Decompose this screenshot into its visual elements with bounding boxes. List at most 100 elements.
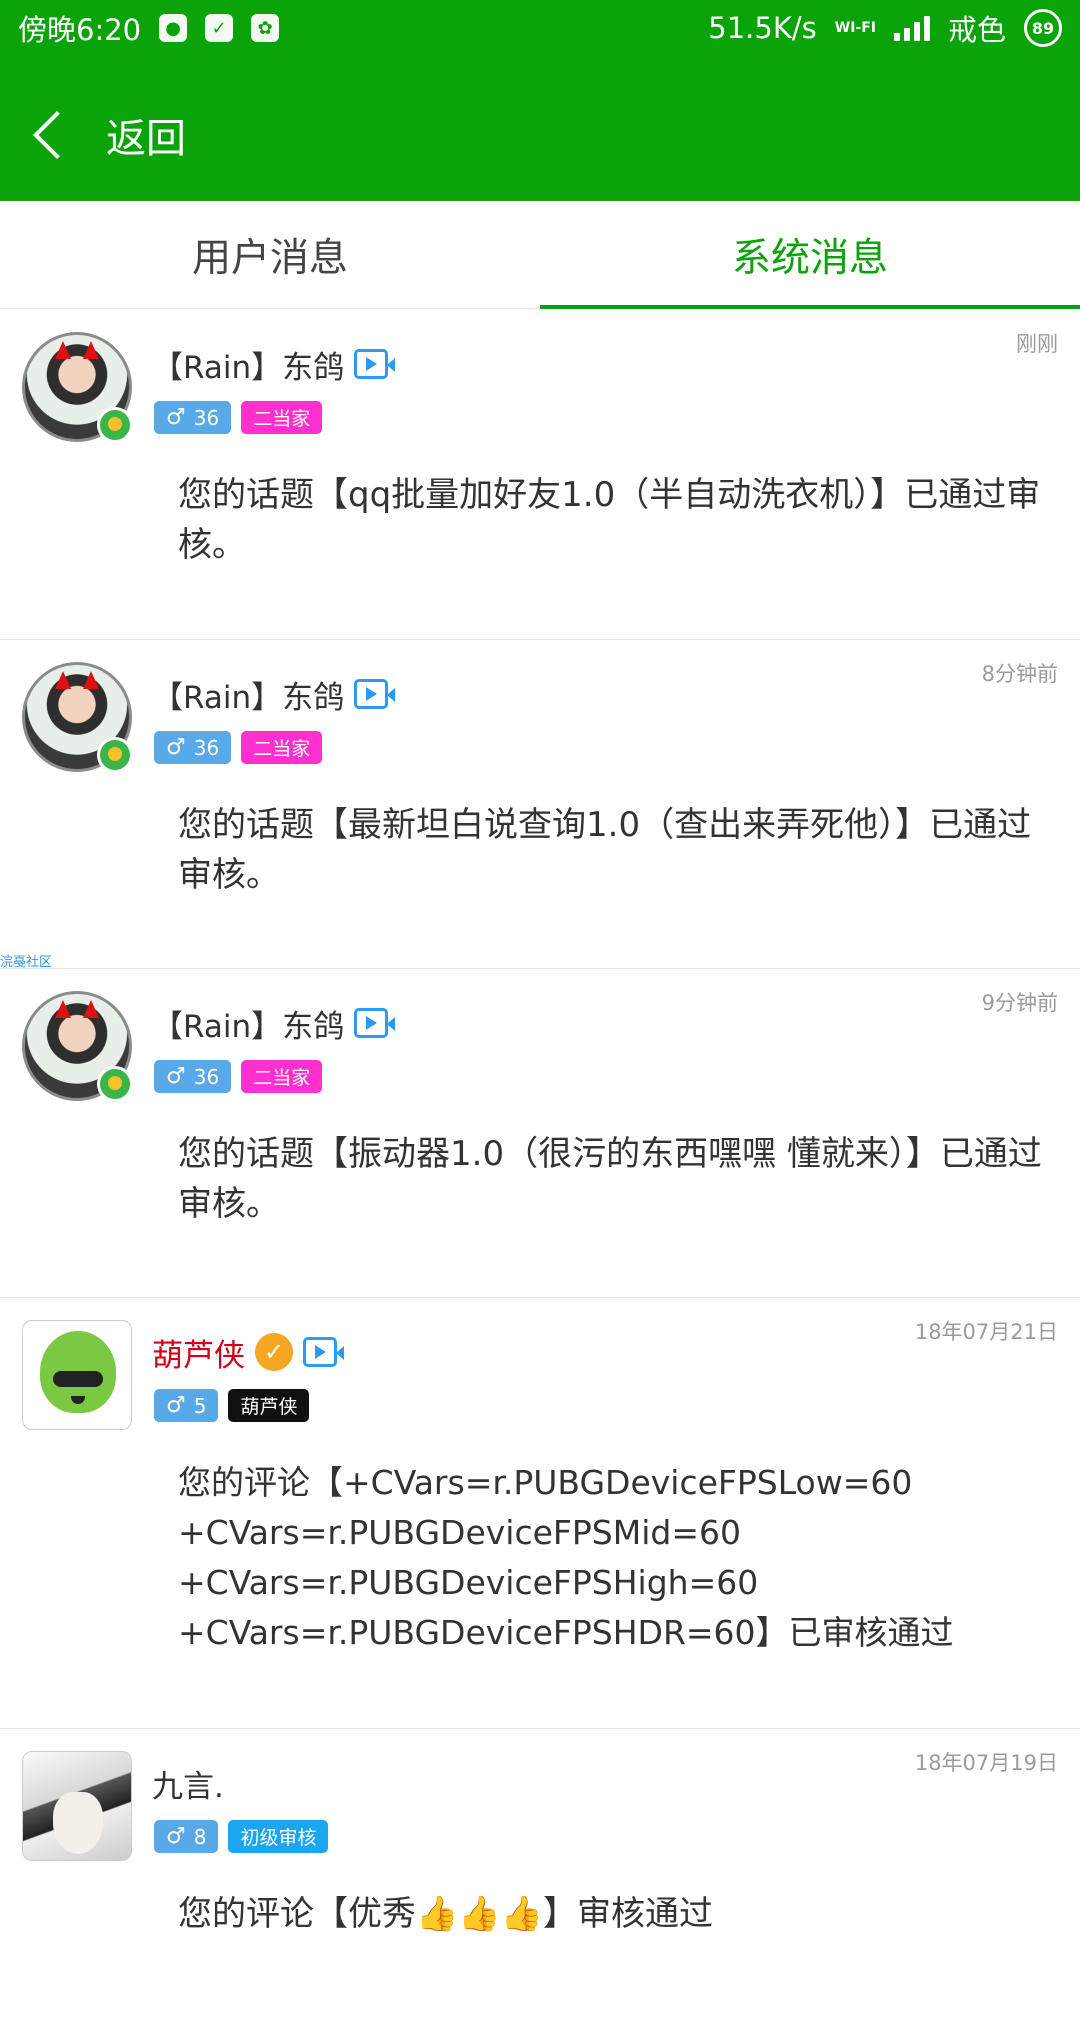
video-camera-icon [354,1008,396,1038]
rank-label: 二当家 [253,738,311,760]
app-header: 傍晚6:20 ● ✓ ✿ 51.5K/s WI-FI 戒色 89 返回 [0,0,1080,201]
avatar[interactable] [22,662,133,773]
chevron-left-icon[interactable] [32,110,82,160]
rank-badge: 二当家 [241,401,323,434]
male-icon: ♂ [166,1824,186,1849]
message-line: 您的评论【+CVars=r.PUBGDeviceFPSLow=60 [178,1463,913,1502]
message-item[interactable]: 九言. ♂ 8 初级审核 18年07月19日 您的评论【优秀👍👍👍】审核通过 [0,1729,1080,2029]
message-item[interactable]: 【Rain】东鸽 ♂ 36 二当家 9分钟前 您的话题【振动器1.0（很污的东西… [0,969,1080,1298]
avatar[interactable] [22,332,133,443]
shield-icon: ✓ [205,14,234,42]
avatar[interactable] [22,1751,132,1861]
badge-row: ♂ 5 葫芦侠 [154,1389,310,1422]
tab-user-messages[interactable]: 用户消息 [0,201,540,308]
timestamp: 18年07月21日 [914,1320,1058,1344]
status-right: 51.5K/s WI-FI 戒色 89 [708,7,1062,49]
male-icon: ♂ [166,405,186,430]
video-camera-icon [354,679,396,709]
male-icon: ♂ [166,1064,186,1089]
rank-badge: 二当家 [241,1060,323,1093]
message-body: 您的话题【最新坦白说查询1.0（查出来弄死他）】已通过审核。 [178,805,1032,895]
app-icon: ✿ [251,14,280,42]
devil-horn-icon [83,1000,99,1018]
message-item[interactable]: 【Rain】东鸽 ♂ 36 二当家 刚刚 您的话题【qq批量加好友1.0（半自动… [0,310,1080,640]
battery-icon: 89 [1024,9,1062,47]
status-time: 傍晚6:20 [18,13,142,47]
name-row: 葫芦侠 ✓ [152,1324,344,1380]
signal-icon [893,15,930,41]
tab-label[interactable]: 用户消息 [192,227,348,283]
devil-horn-icon [55,1000,71,1018]
video-camera-icon [354,349,396,379]
message-item[interactable]: 【Rain】东鸽 ♂ 36 二当家 8分钟前 您的话题【最新坦白说查询1.0（查… [0,640,1080,969]
message-body: 您的评论【优秀👍👍👍】审核通过 [178,1894,714,1934]
username[interactable]: 【Rain】东鸽 [152,342,344,387]
video-camera-icon [303,1337,344,1367]
tab-system-messages[interactable]: 系统消息 [540,201,1080,309]
level-number: 36 [193,1064,220,1089]
battery-level: 89 [1031,18,1055,38]
gender-badge: ♂ 8 [154,1820,219,1853]
level-number: 36 [193,735,220,760]
status-left: 傍晚6:20 ● ✓ ✿ [18,7,280,49]
devil-horn-icon [55,671,71,689]
tab-bar: 用户消息 系统消息 [0,201,1080,309]
status-bar: 傍晚6:20 ● ✓ ✿ 51.5K/s WI-FI 戒色 89 [0,0,1080,56]
rank-label: 葫芦侠 [240,1396,298,1418]
gender-badge: ♂ 5 [154,1389,219,1422]
watermark: 浣戞社区 [0,955,53,970]
name-row: 【Rain】东鸽 [152,995,396,1051]
message-body: 您的话题【qq批量加好友1.0（半自动洗衣机）】已通过审核。 [178,475,1041,565]
message-line: +CVars=r.PUBGDeviceFPSHDR=60】已审核通过 [178,1613,954,1652]
male-icon: ♂ [166,1393,186,1418]
badge-row: ♂ 8 初级审核 [154,1820,329,1853]
gender-badge: ♂ 36 [154,731,232,764]
level-number: 5 [193,1393,207,1418]
rank-label: 二当家 [253,1067,311,1089]
message-line: +CVars=r.PUBGDeviceFPSMid=60 [178,1513,741,1552]
badge-row: ♂ 36 二当家 [154,1060,323,1093]
timestamp: 9分钟前 [981,991,1058,1015]
gender-badge: ♂ 36 [154,401,232,434]
qq-icon: ● [159,14,188,42]
level-number: 8 [193,1824,207,1849]
carrier-label: 戒色 [947,13,1006,47]
avatar[interactable] [22,1320,132,1430]
wifi-icon: WI-FI [834,20,876,36]
tab-label[interactable]: 系统消息 [732,227,888,283]
gender-badge: ♂ 36 [154,1060,232,1093]
message-line: +CVars=r.PUBGDeviceFPSHigh=60 [178,1563,759,1602]
devil-horn-icon [55,341,71,359]
username[interactable]: 【Rain】东鸽 [152,672,344,717]
avatar[interactable] [22,991,133,1102]
timestamp: 18年07月19日 [914,1751,1058,1775]
username[interactable]: 葫芦侠 [152,1330,245,1375]
timestamp: 8分钟前 [981,662,1058,686]
level-badge-icon [97,407,133,443]
back-label[interactable]: 返回 [106,106,186,164]
name-row: 【Rain】东鸽 [152,336,396,392]
message-list: 【Rain】东鸽 ♂ 36 二当家 刚刚 您的话题【qq批量加好友1.0（半自动… [0,310,1080,2029]
level-badge-icon [97,1066,133,1102]
male-icon: ♂ [166,735,186,760]
name-row: 【Rain】东鸽 [152,666,396,722]
level-number: 36 [193,405,220,430]
username[interactable]: 【Rain】东鸽 [152,1001,344,1046]
net-speed: 51.5K/s [708,11,817,45]
name-row: 九言. [152,1755,224,1811]
verified-badge-icon: ✓ [255,1333,293,1371]
rank-badge: 初级审核 [228,1820,329,1853]
badge-row: ♂ 36 二当家 [154,731,323,764]
message-body: 您的评论【+CVars=r.PUBGDeviceFPSLow=60 +CVars… [178,1458,1058,1658]
sunglasses-icon [53,1371,103,1387]
rank-badge: 二当家 [241,731,323,764]
badge-row: ♂ 36 二当家 [154,401,323,434]
rank-label: 二当家 [253,408,311,430]
rank-badge: 葫芦侠 [228,1389,310,1422]
username[interactable]: 九言. [152,1761,224,1806]
level-badge-icon [97,737,133,773]
devil-horn-icon [83,671,99,689]
timestamp: 刚刚 [1016,332,1058,356]
message-item[interactable]: 葫芦侠 ✓ ♂ 5 葫芦侠 18年07月21日 您的评论【+CVars=r.PU… [0,1298,1080,1729]
back-button[interactable]: 返回 [0,70,186,200]
